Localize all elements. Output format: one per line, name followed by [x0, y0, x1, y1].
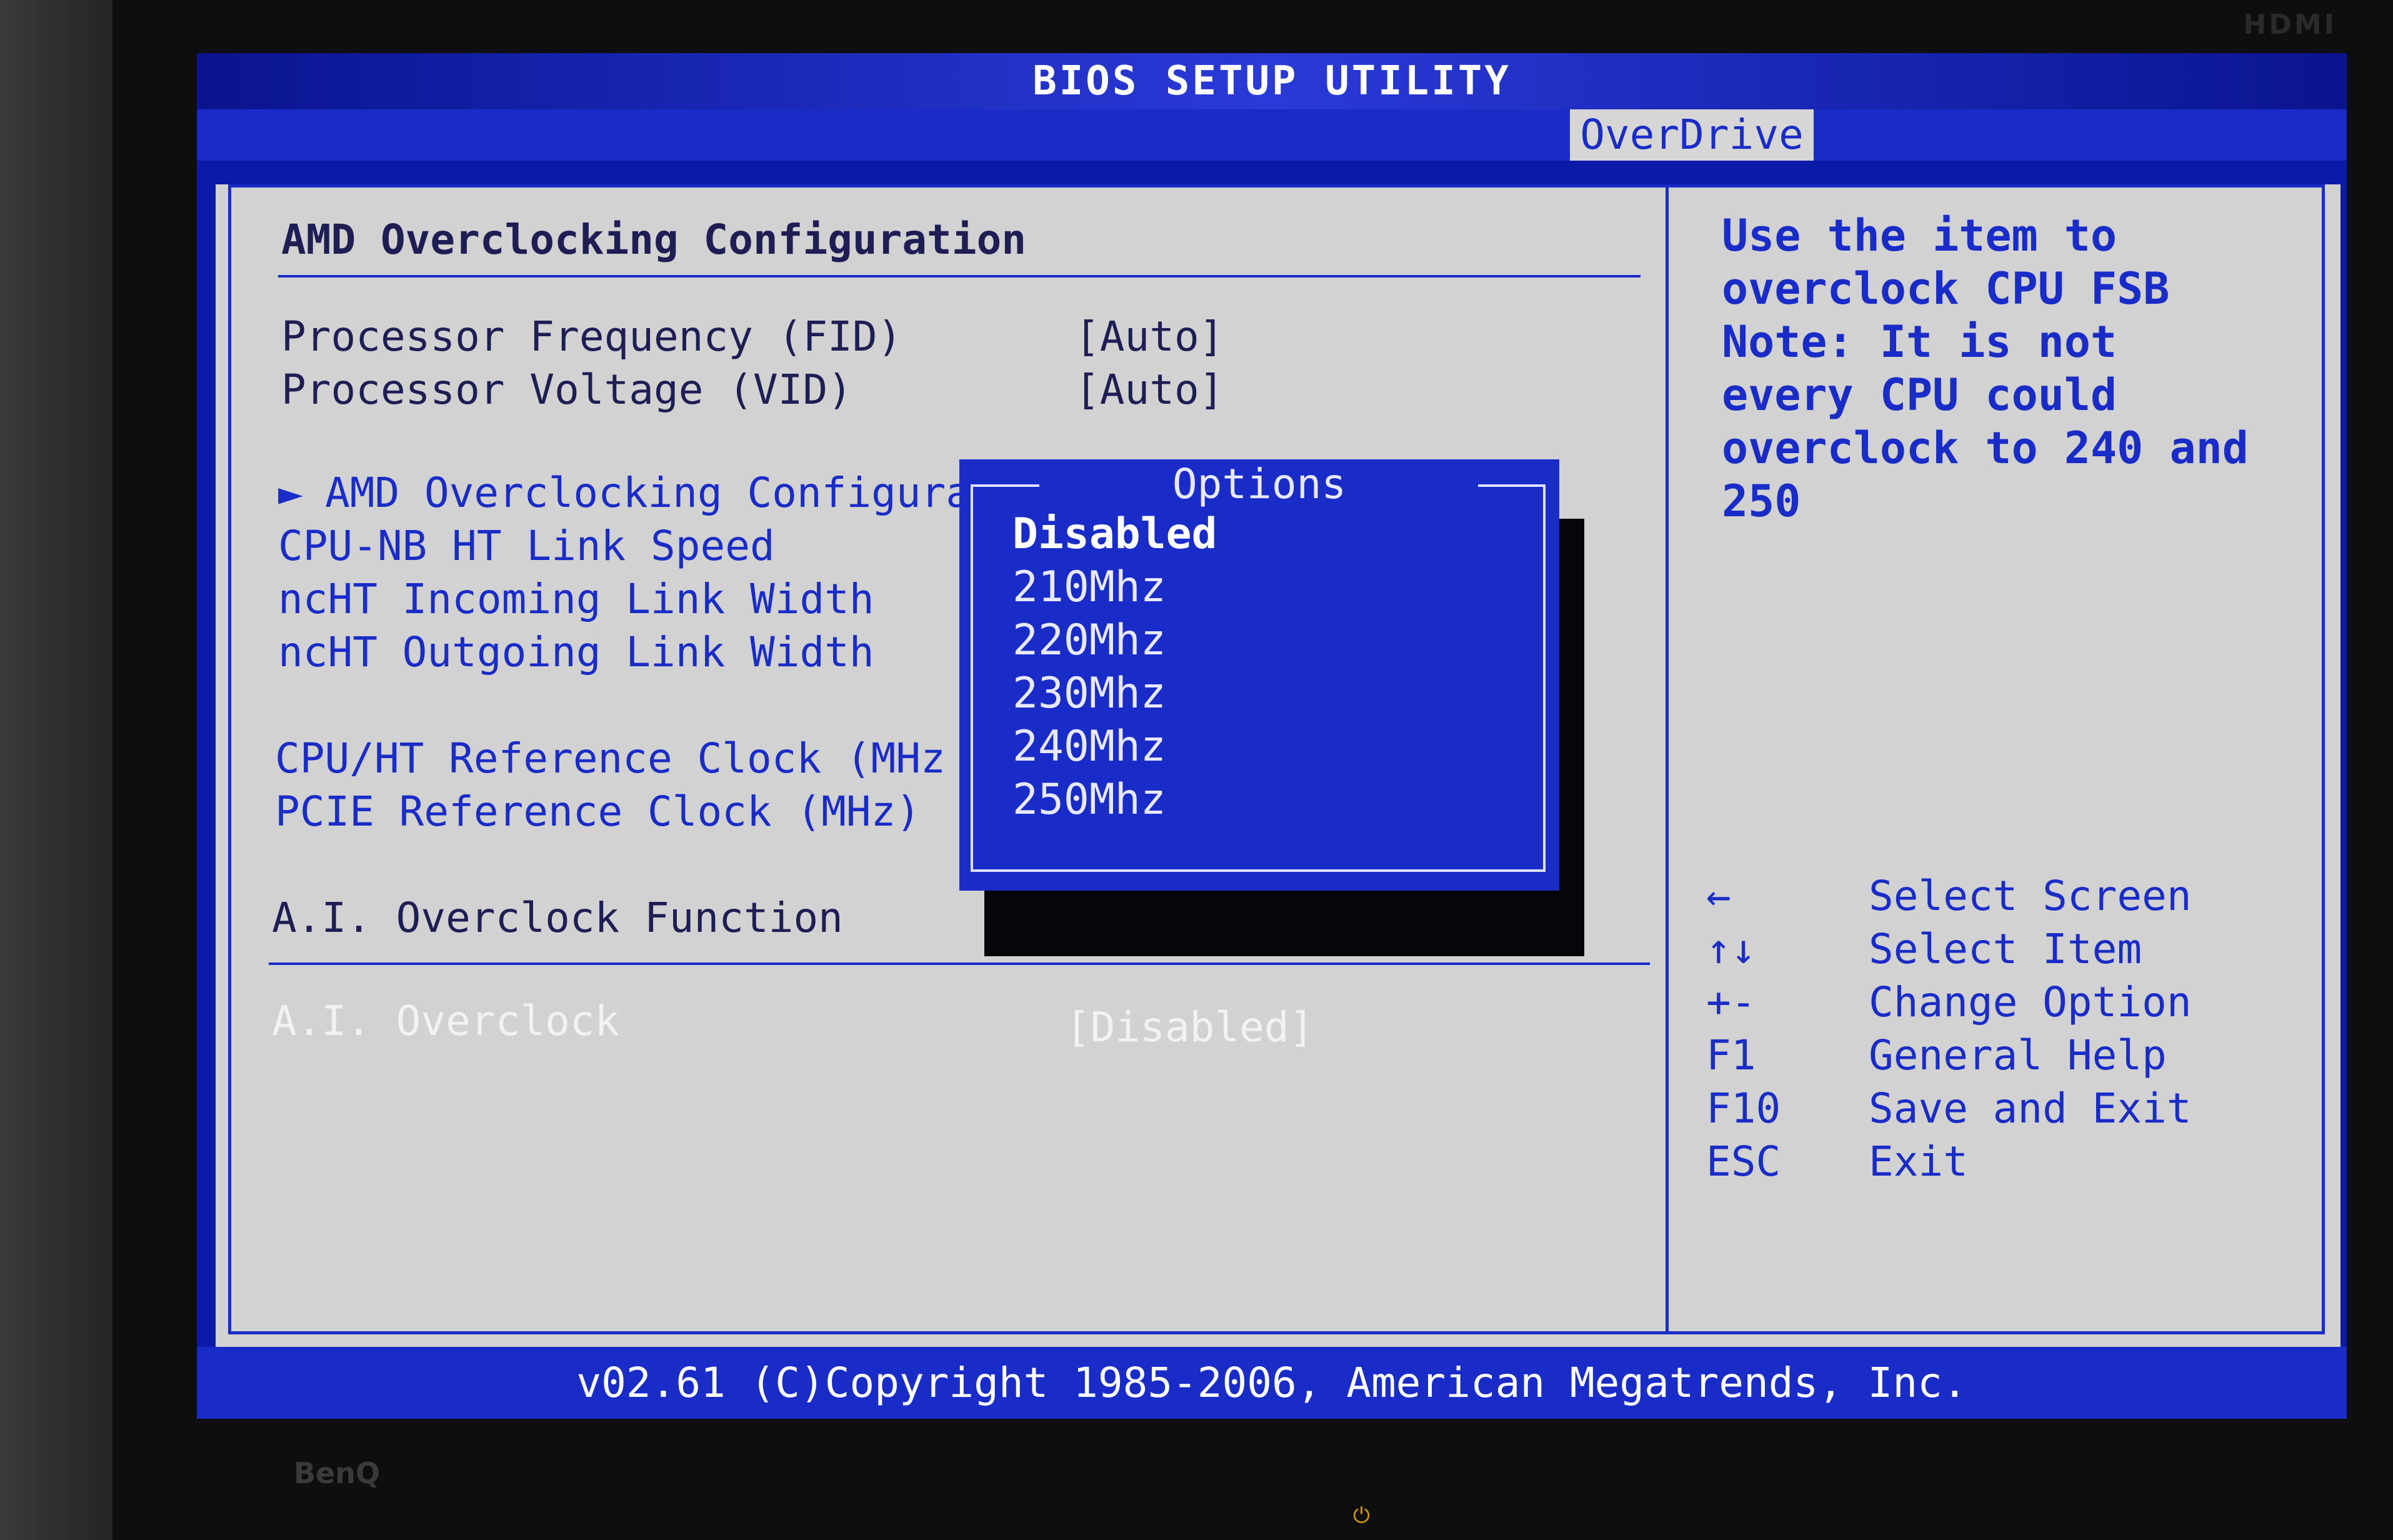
- option-240mhz[interactable]: 240Mhz: [1012, 722, 1166, 771]
- item-processor-voltage-value[interactable]: [Auto]: [1075, 366, 1224, 414]
- option-250mhz[interactable]: 250Mhz: [1012, 775, 1166, 824]
- key-desc: Select Screen: [1869, 872, 2192, 920]
- up-down-arrow-icon: ↑↓: [1706, 925, 1756, 973]
- background-wall: [0, 0, 125, 1540]
- key-desc: General Help: [1869, 1031, 2167, 1079]
- option-disabled[interactable]: Disabled: [1012, 509, 1217, 559]
- key-row-general-help: F1 General Help: [1706, 1031, 2167, 1079]
- key-desc: Change Option: [1869, 978, 2192, 1026]
- power-icon[interactable]: ⏻: [1353, 1503, 1370, 1528]
- item-processor-frequency[interactable]: Processor Frequency (FID): [281, 312, 902, 361]
- f10-key: F10: [1706, 1084, 1781, 1132]
- tab-overdrive[interactable]: OverDrive: [1570, 109, 1814, 161]
- bios-screen: BIOS SETUP UTILITY OverDrive AMD Overclo…: [197, 53, 2347, 1419]
- item-ncht-outgoing-link-width[interactable]: ncHT Outgoing Link Width: [278, 628, 874, 676]
- brand-logo: BenQ: [294, 1456, 381, 1490]
- key-row-select-item: ↑↓ Select Item: [1706, 925, 2142, 973]
- tab-bar: OverDrive: [197, 109, 2347, 161]
- key-row-change-option: +- Change Option: [1706, 978, 2192, 1026]
- help-text: Use the item to overclock CPU FSB Note: …: [1722, 210, 2249, 527]
- submenu-amd-overclocking[interactable]: AMD Overclocking Configuration: [325, 469, 1070, 517]
- item-pcie-reference-clock[interactable]: PCIE Reference Clock (MHz): [275, 788, 921, 836]
- submenu-arrow-icon: ►: [278, 469, 303, 517]
- f1-key: F1: [1706, 1031, 1756, 1079]
- item-cpu-nb-ht-link-speed[interactable]: CPU-NB HT Link Speed: [278, 522, 775, 570]
- popup-title: Options: [1172, 460, 1347, 508]
- item-ai-overclock-value[interactable]: [Disabled]: [1066, 1003, 1314, 1051]
- ai-overclock-function-header: A.I. Overclock Function: [272, 894, 843, 942]
- header-divider: [278, 275, 1641, 278]
- key-row-select-screen: ← Select Screen: [1706, 872, 2192, 920]
- item-ncht-incoming-link-width[interactable]: ncHT Incoming Link Width: [278, 575, 874, 623]
- left-arrow-icon: ←: [1706, 872, 1731, 920]
- item-ai-overclock[interactable]: A.I. Overclock: [272, 997, 619, 1045]
- key-desc: Save and Exit: [1869, 1084, 2192, 1132]
- plus-minus-key: +-: [1706, 978, 1756, 1026]
- help-column: Use the item to overclock CPU FSB Note: …: [1669, 184, 2325, 1334]
- item-processor-voltage[interactable]: Processor Voltage (VID): [281, 366, 852, 414]
- key-row-save-exit: F10 Save and Exit: [1706, 1084, 2192, 1132]
- section-header: AMD Overclocking Configuration: [281, 216, 1027, 264]
- ai-divider: [269, 962, 1650, 965]
- key-desc: Exit: [1869, 1138, 1968, 1186]
- key-desc: Select Item: [1869, 925, 2142, 973]
- option-210mhz[interactable]: 210Mhz: [1012, 562, 1166, 612]
- bios-title: BIOS SETUP UTILITY: [197, 53, 2347, 109]
- option-230mhz[interactable]: 230Mhz: [1012, 669, 1166, 718]
- option-220mhz[interactable]: 220Mhz: [1012, 616, 1166, 665]
- esc-key: ESC: [1706, 1138, 1781, 1186]
- footer-copyright: v02.61 (C)Copyright 1985-2006, American …: [197, 1347, 2347, 1419]
- item-processor-frequency-value[interactable]: [Auto]: [1075, 312, 1224, 361]
- options-popup: Options Disabled 210Mhz 220Mhz 230Mhz 24…: [959, 459, 1559, 891]
- key-row-exit: ESC Exit: [1706, 1138, 1968, 1186]
- item-cpu-ht-reference-clock[interactable]: CPU/HT Reference Clock (MHz: [275, 734, 946, 782]
- hdmi-label: HDMI: [2243, 9, 2337, 41]
